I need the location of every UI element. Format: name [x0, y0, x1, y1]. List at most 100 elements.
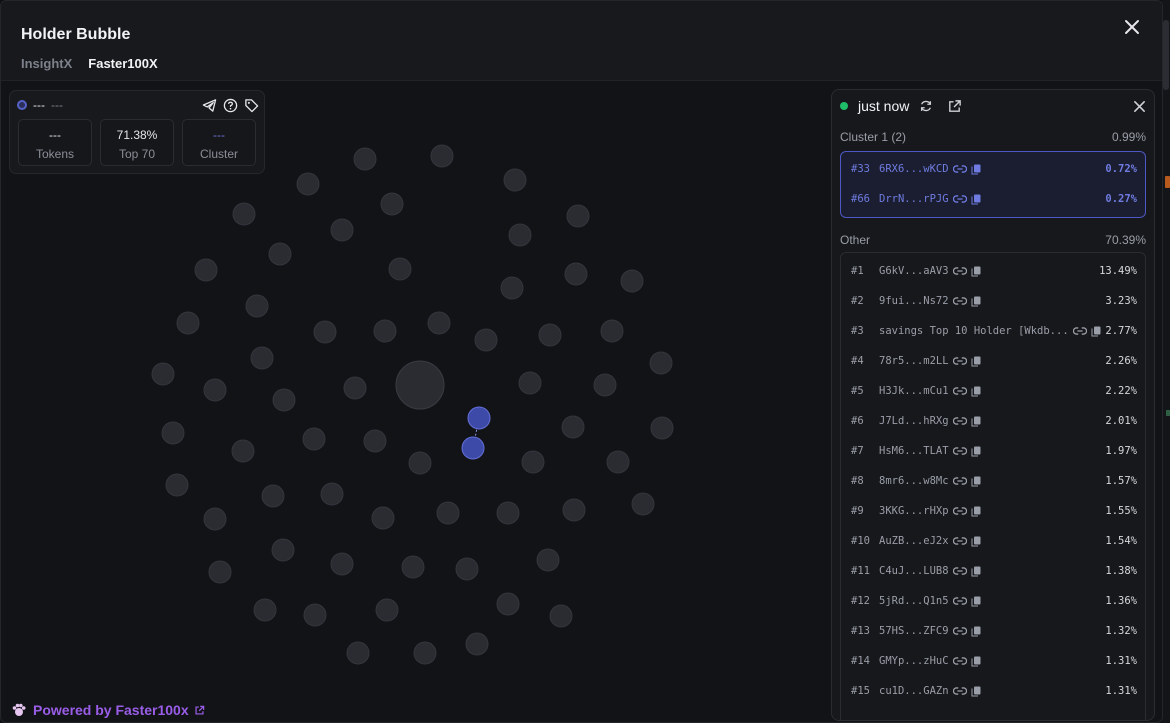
link-icon[interactable] [952, 296, 967, 306]
holder-bubble[interactable] [474, 328, 498, 352]
copy-icon[interactable] [971, 566, 981, 577]
holder-bubble[interactable] [508, 223, 532, 247]
holder-bubble[interactable] [496, 592, 520, 616]
holder-bubble[interactable] [536, 548, 560, 572]
holder-bubble[interactable] [503, 168, 527, 192]
copy-icon[interactable] [971, 386, 981, 397]
holder-bubble[interactable] [631, 492, 655, 516]
holder-bubble[interactable] [313, 320, 337, 344]
holder-bubble[interactable] [566, 204, 590, 228]
holder-row[interactable]: #8 8mr6...w8Mc 1.57% [851, 471, 1137, 491]
holder-bubble[interactable] [371, 506, 395, 530]
holder-row[interactable]: #9 3KKG...rHXp 1.55% [851, 501, 1137, 521]
holder-row[interactable]: #13 57HS...ZFC9 1.32% [851, 621, 1137, 641]
tab-insightx[interactable]: InsightX [21, 56, 72, 71]
holder-bubble[interactable] [408, 451, 432, 475]
holder-bubble[interactable] [330, 218, 354, 242]
telegram-icon[interactable] [202, 98, 217, 113]
link-icon[interactable] [952, 476, 967, 486]
holder-bubble[interactable] [375, 598, 399, 622]
link-icon[interactable] [952, 266, 967, 276]
holder-bubble[interactable] [232, 202, 256, 226]
holder-bubble[interactable] [261, 484, 285, 508]
holder-row[interactable]: #5 H3Jk...mCu1 2.22% [851, 381, 1137, 401]
holder-bubble[interactable] [353, 147, 377, 171]
help-icon[interactable] [223, 98, 238, 113]
holder-bubble[interactable] [268, 242, 292, 266]
holder-bubble[interactable] [203, 378, 227, 402]
holder-bubble[interactable] [620, 269, 644, 293]
holder-bubble[interactable] [465, 632, 489, 656]
holder-bubble[interactable] [496, 501, 520, 525]
holder-row[interactable]: #14 GMYp...zHuC 1.31% [851, 651, 1137, 671]
copy-icon[interactable] [971, 194, 981, 205]
holder-bubble[interactable] [430, 144, 454, 168]
holder-bubble[interactable] [363, 429, 387, 453]
holder-row[interactable]: #4 78r5...m2LL 2.26% [851, 351, 1137, 371]
holder-row[interactable]: #33 6RX6...wKCD 0.72% [851, 159, 1137, 179]
holder-bubble[interactable] [303, 603, 327, 627]
holder-bubble[interactable] [272, 388, 296, 412]
link-icon[interactable] [952, 356, 967, 366]
holder-bubble[interactable] [373, 319, 397, 343]
copy-icon[interactable] [971, 596, 981, 607]
holder-bubble[interactable] [649, 351, 673, 375]
holder-bubble[interactable] [165, 473, 189, 497]
holder-bubble[interactable] [518, 371, 542, 395]
holder-bubble[interactable] [650, 416, 674, 440]
holder-bubble[interactable] [161, 421, 185, 445]
refresh-icon[interactable] [919, 99, 933, 113]
link-icon[interactable] [952, 386, 967, 396]
holder-bubble[interactable] [500, 276, 524, 300]
holder-bubble[interactable] [593, 373, 617, 397]
holder-row[interactable]: #11 C4uJ...LUB8 1.38% [851, 561, 1137, 581]
link-icon[interactable] [952, 626, 967, 636]
sidebar-close-icon[interactable] [1133, 100, 1146, 113]
cluster-bubble[interactable] [467, 406, 491, 430]
holder-bubble[interactable] [253, 598, 277, 622]
holder-bubble[interactable] [600, 319, 624, 343]
holder-row[interactable]: #66 DrrN...rPJG 0.27% [851, 189, 1137, 209]
external-link-icon[interactable] [947, 99, 962, 114]
copy-icon[interactable] [971, 536, 981, 547]
holder-bubble[interactable] [561, 415, 585, 439]
holder-bubble[interactable] [194, 258, 218, 282]
holder-bubble[interactable] [208, 560, 232, 584]
holder-bubble[interactable] [401, 555, 425, 579]
copy-icon[interactable] [971, 164, 981, 175]
holder-bubble[interactable] [436, 501, 460, 525]
copy-icon[interactable] [971, 356, 981, 367]
holder-bubble[interactable] [231, 439, 255, 463]
holder-row[interactable]: #1 G6kV...aAV3 13.49% [851, 261, 1137, 281]
holder-bubble[interactable] [320, 482, 344, 506]
holder-row[interactable]: #6 J7Ld...hRXg 2.01% [851, 411, 1137, 431]
link-icon[interactable] [952, 506, 967, 516]
tag-icon[interactable] [244, 98, 259, 113]
holder-row[interactable]: #12 5jRd...Q1n5 1.36% [851, 591, 1137, 611]
link-icon[interactable] [952, 656, 967, 666]
holder-bubble[interactable] [549, 604, 573, 628]
copy-icon[interactable] [971, 266, 981, 277]
holder-bubble[interactable] [176, 311, 200, 335]
copy-icon[interactable] [971, 686, 981, 697]
link-icon[interactable] [952, 194, 967, 204]
link-icon[interactable] [952, 446, 967, 456]
holder-bubble[interactable] [455, 557, 479, 581]
tab-faster100x[interactable]: Faster100X [88, 56, 157, 71]
link-icon[interactable] [952, 164, 967, 174]
holder-bubble[interactable] [564, 262, 588, 286]
holder-row[interactable]: #2 9fui...Ns72 3.23% [851, 291, 1137, 311]
cluster-section-header[interactable]: Cluster 1 (2) 0.99% [840, 130, 1146, 144]
holder-bubble[interactable] [606, 450, 630, 474]
copy-icon[interactable] [971, 476, 981, 487]
holder-bubble[interactable] [245, 294, 269, 318]
holder-bubble[interactable] [562, 498, 586, 522]
holder-bubble[interactable] [151, 362, 175, 386]
holder-bubble[interactable] [271, 538, 295, 562]
copy-icon[interactable] [971, 296, 981, 307]
link-icon[interactable] [952, 416, 967, 426]
link-icon[interactable] [952, 566, 967, 576]
link-icon[interactable] [952, 686, 967, 696]
copy-icon[interactable] [971, 506, 981, 517]
other-section-header[interactable]: Other 70.39% [840, 233, 1146, 247]
